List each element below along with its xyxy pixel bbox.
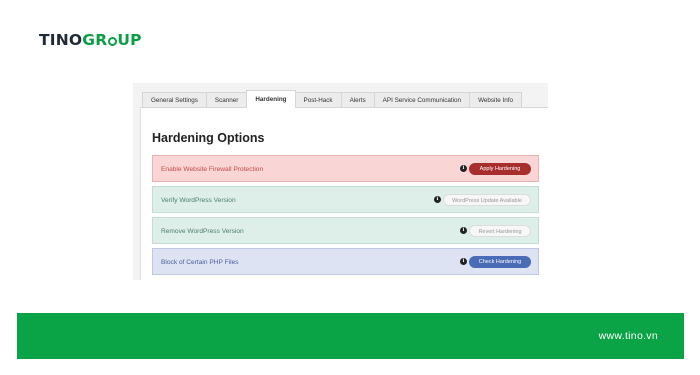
option-row-verify-version: Verify WordPress Version i WordPress Upd… [152, 186, 539, 213]
info-icon[interactable]: i [460, 258, 467, 265]
footer-banner: www.tino.vn [17, 313, 684, 359]
hardening-panel: Hardening Options Enable Website Firewal… [140, 107, 548, 280]
option-row-remove-version: Remove WordPress Version i Revert Harden… [152, 217, 539, 244]
tinogroup-logo: TINOGR UP [39, 31, 142, 49]
plugin-screenshot: General Settings Scanner Hardening Post-… [133, 83, 548, 280]
logo-text-group-a: GR [82, 31, 108, 49]
tab-scanner[interactable]: Scanner [205, 92, 248, 108]
panel-title: Hardening Options [152, 131, 265, 145]
option-label: Remove WordPress Version [161, 228, 244, 235]
settings-tabs: General Settings Scanner Hardening Post-… [142, 90, 522, 108]
website-link[interactable]: www.tino.vn [599, 313, 658, 359]
tab-hardening[interactable]: Hardening [246, 90, 296, 108]
info-icon[interactable]: i [460, 227, 467, 234]
tab-general-settings[interactable]: General Settings [142, 92, 207, 108]
tab-api-service-communication[interactable]: API Service Communication [373, 92, 471, 108]
option-label: Block of Certain PHP Files [161, 259, 239, 266]
option-label: Enable Website Firewall Protection [161, 166, 264, 173]
info-icon[interactable]: i [460, 165, 467, 172]
info-icon[interactable]: i [434, 196, 441, 203]
logo-ring-icon [107, 37, 117, 46]
revert-hardening-button[interactable]: Revert Hardening [469, 225, 531, 237]
option-row-firewall: Enable Website Firewall Protection i App… [152, 155, 539, 182]
check-hardening-button[interactable]: Check Hardening [469, 256, 531, 268]
option-label: Verify WordPress Version [161, 197, 236, 204]
apply-hardening-button[interactable]: Apply Hardening [469, 163, 531, 175]
tab-post-hack[interactable]: Post-Hack [294, 92, 342, 108]
tab-website-info[interactable]: Website Info [469, 92, 522, 108]
logo-text-group-b: UP [117, 31, 142, 49]
wordpress-update-available-button[interactable]: WordPress Update Available [443, 194, 531, 206]
option-row-block-php: Block of Certain PHP Files i Check Harde… [152, 248, 539, 275]
tab-alerts[interactable]: Alerts [340, 92, 375, 108]
logo-text-tino: TINO [39, 31, 83, 49]
